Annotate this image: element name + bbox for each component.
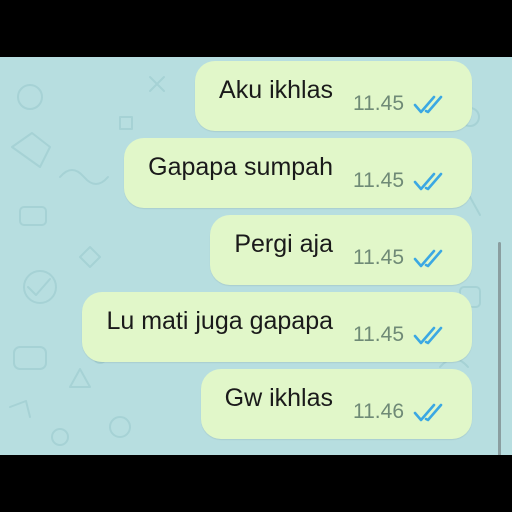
message-bubble[interactable]: Lu mati juga gapapa 11.45 xyxy=(82,292,472,362)
message-meta: 11.45 xyxy=(353,92,448,116)
message-time: 11.46 xyxy=(353,400,404,423)
letterbox-top xyxy=(0,0,512,57)
message-meta: 11.46 xyxy=(353,400,448,424)
scrollbar[interactable] xyxy=(498,242,501,455)
message-text: Pergi aja xyxy=(234,229,333,258)
double-check-read-icon xyxy=(413,249,443,268)
message-text: Gw ikhlas xyxy=(224,383,333,412)
message-time: 11.45 xyxy=(353,323,404,346)
double-check-read-icon xyxy=(413,95,443,114)
message-bubble[interactable]: Gw ikhlas 11.46 xyxy=(200,369,472,439)
double-check-read-icon xyxy=(413,326,443,345)
message-bubble[interactable]: Aku ikhlas 11.45 xyxy=(195,61,472,131)
message-time: 11.45 xyxy=(353,246,404,269)
message-bubble[interactable]: Pergi aja 11.45 xyxy=(210,215,472,285)
message-bubble[interactable]: Gapapa sumpah 11.45 xyxy=(124,138,472,208)
message-meta: 11.45 xyxy=(353,169,448,193)
chat-area[interactable]: Aku ikhlas 11.45 Gapapa sumpah 11.45 Per… xyxy=(0,57,512,455)
letterbox-bottom xyxy=(0,455,512,512)
message-text: Aku ikhlas xyxy=(219,75,333,104)
message-time: 11.45 xyxy=(353,169,404,192)
message-meta: 11.45 xyxy=(353,246,448,270)
message-text: Gapapa sumpah xyxy=(148,152,333,181)
message-text: Lu mati juga gapapa xyxy=(106,306,333,335)
message-meta: 11.45 xyxy=(353,323,448,347)
message-time: 11.45 xyxy=(353,92,404,115)
double-check-read-icon xyxy=(413,172,443,191)
double-check-read-icon xyxy=(413,403,443,422)
